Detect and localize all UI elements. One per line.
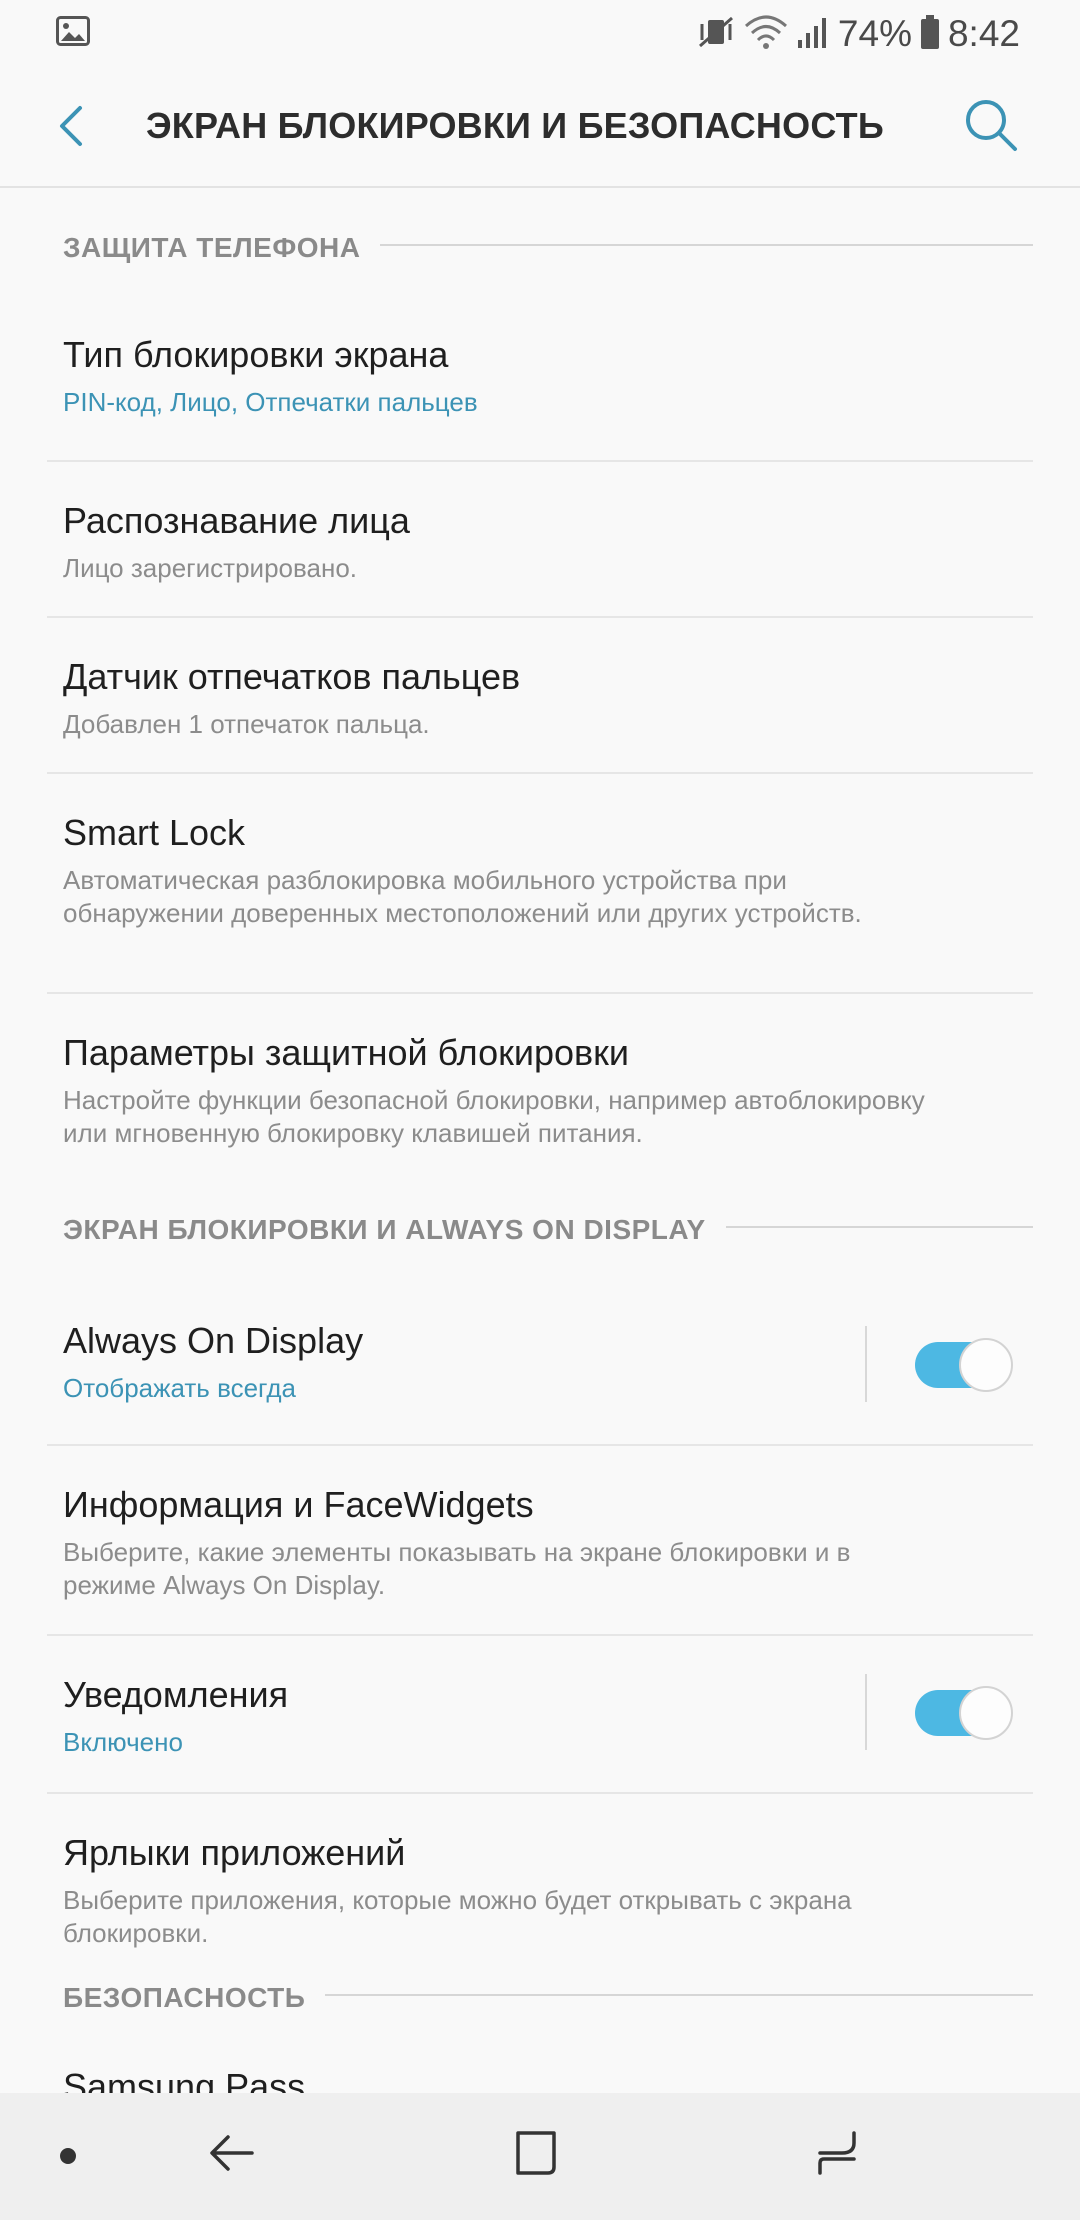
recents-icon[interactable] [812, 2123, 862, 2188]
toggle-divider [865, 1326, 867, 1402]
item-title: Уведомления [63, 1674, 289, 1715]
list-item-smart-lock[interactable]: Smart Lock Автоматическая разблокировка … [47, 774, 1033, 994]
item-title: Smart Lock [63, 812, 246, 853]
list-item-secure-lock-settings[interactable]: Параметры защитной блокировки Настройте … [47, 994, 1033, 1204]
signal-icon [796, 14, 830, 55]
search-icon[interactable] [962, 96, 1020, 154]
item-subtitle: PIN-код, Лицо, Отпечатки пальцев [63, 387, 478, 417]
image-icon [56, 16, 90, 51]
item-title: Ярлыки приложений [63, 1832, 406, 1873]
item-title: Информация и FaceWidgets [63, 1484, 534, 1525]
section-header-security: БЕЗОПАСНОСТЬ [0, 1974, 1080, 2058]
back-arrow-icon[interactable] [208, 2123, 256, 2188]
app-bar: ЭКРАН БЛОКИРОВКИ И БЕЗОПАСНОСТЬ [0, 66, 1080, 188]
list-item-info-facewidgets[interactable]: Информация и FaceWidgets Выберите, какие… [47, 1446, 1033, 1636]
list-item-notifications[interactable]: Уведомления Включено [47, 1636, 1033, 1794]
item-title: Параметры защитной блокировки [63, 1032, 629, 1073]
item-subtitle: Автоматическая разблокировка мобильного … [63, 865, 862, 928]
section-header-label: БЕЗОПАСНОСТЬ [63, 1982, 326, 2014]
home-icon[interactable] [512, 2123, 562, 2188]
section-header-label: ЭКРАН БЛОКИРОВКИ И ALWAYS ON DISPLAY [63, 1214, 726, 1246]
list-item-always-on-display[interactable]: Always On Display Отображать всегда [47, 1288, 1033, 1446]
battery-percent: 74% [837, 13, 912, 54]
item-title: Датчик отпечатков пальцев [63, 656, 521, 697]
section-header-label: ЗАЩИТА ТЕЛЕФОНА [63, 232, 381, 264]
status-bar: 74% 8:42 [0, 0, 1080, 66]
section-header-phone-protection: ЗАЩИТА ТЕЛЕФОНА [0, 188, 1080, 306]
section-header-lockscreen-aod: ЭКРАН БЛОКИРОВКИ И ALWAYS ON DISPLAY [0, 1204, 1080, 1288]
list-item-fingerprint[interactable]: Датчик отпечатков пальцев Добавлен 1 отп… [47, 618, 1033, 774]
item-subtitle: Настройте функции безопасной блокировки,… [63, 1085, 925, 1148]
back-icon[interactable] [48, 102, 96, 150]
battery-icon [920, 14, 940, 55]
list-item-app-shortcuts[interactable]: Ярлыки приложений Выберите приложения, к… [47, 1794, 1033, 1974]
toggle-divider [865, 1674, 867, 1750]
list-item-lock-type[interactable]: Тип блокировки экрана PIN-код, Лицо, Отп… [47, 306, 1033, 462]
always-on-display-toggle[interactable] [915, 1338, 1013, 1392]
page-title: ЭКРАН БЛОКИРОВКИ И БЕЗОПАСНОСТЬ [146, 105, 884, 146]
item-subtitle: Добавлен 1 отпечаток пальца. [63, 709, 430, 739]
item-subtitle: Выберите приложения, которые можно будет… [63, 1885, 852, 1948]
list-item-face-recognition[interactable]: Распознавание лица Лицо зарегистрировано… [47, 462, 1033, 618]
wifi-icon [744, 14, 788, 55]
item-subtitle: Выберите, какие элементы показывать на э… [63, 1537, 851, 1600]
item-title: Тип блокировки экрана [63, 334, 449, 375]
notifications-toggle[interactable] [915, 1686, 1013, 1740]
item-title: Распознавание лица [63, 500, 410, 541]
vibrate-icon [696, 14, 736, 55]
item-subtitle: Отображать всегда [63, 1373, 296, 1403]
clock: 8:42 [947, 13, 1020, 54]
item-title: Always On Display [63, 1320, 364, 1361]
item-subtitle: Включено [63, 1727, 183, 1757]
nav-dot-icon[interactable] [60, 2148, 76, 2164]
item-subtitle: Лицо зарегистрировано. [63, 553, 358, 583]
navigation-bar [0, 2093, 1080, 2220]
settings-list: ЗАЩИТА ТЕЛЕФОНА Тип блокировки экрана PI… [0, 188, 1080, 2178]
